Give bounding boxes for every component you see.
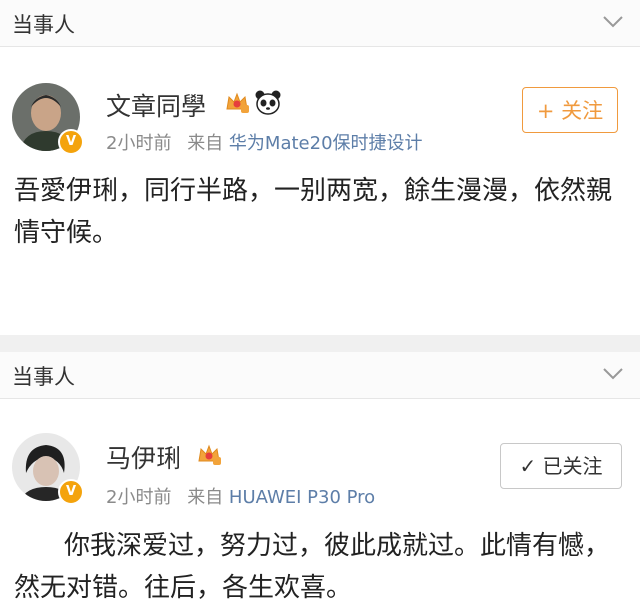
follow-button[interactable]: + 关注 [522, 87, 618, 133]
chevron-down-icon[interactable] [602, 362, 624, 384]
crown-icon [198, 444, 221, 465]
post-time: 2小时前 [106, 133, 172, 154]
crown-icon [226, 92, 249, 113]
section-header-1[interactable]: 当事人 [0, 0, 640, 47]
source-device-link[interactable]: HUAWEI P30 Pro [229, 487, 375, 508]
panda-icon [255, 90, 281, 115]
divider [0, 335, 640, 352]
post-meta: 2小时前 来自 华为Mate20保时捷设计 [106, 129, 423, 155]
username[interactable]: 文章同學 [106, 87, 206, 123]
weibo-post-1: V 文章同學 2小时前 来自 华为Mate20保时捷设计 + 关注 吾愛伊琍，同… [0, 47, 640, 335]
followed-button[interactable]: ✓ 已关注 [500, 443, 622, 489]
post-text: 吾愛伊琍，同行半路，一别两宽，餘生漫漫，依然親情守候。 [14, 176, 613, 248]
section-title: 当事人 [12, 13, 75, 37]
section-title: 当事人 [12, 365, 75, 389]
post-meta: 2小时前 来自 HUAWEI P30 Pro [106, 483, 375, 509]
source-device-link[interactable]: 华为Mate20保时捷设计 [229, 133, 423, 154]
weibo-post-2: V 马伊琍 2小时前 来自 HUAWEI P30 Pro ✓ 已关注 你我深爱过… [0, 399, 640, 615]
verified-badge-icon: V [58, 129, 84, 155]
post-time: 2小时前 [106, 487, 172, 508]
post-text: 你我深爱过，努力过，彼此成就过。此情有憾，然无对错。往后，各生欢喜。 [14, 531, 611, 603]
source-prefix: 来自 [187, 133, 224, 154]
chevron-down-icon[interactable] [602, 10, 624, 32]
username[interactable]: 马伊琍 [106, 439, 181, 475]
verified-badge-icon: V [58, 479, 84, 505]
source-prefix: 来自 [187, 487, 224, 508]
section-header-2[interactable]: 当事人 [0, 352, 640, 399]
